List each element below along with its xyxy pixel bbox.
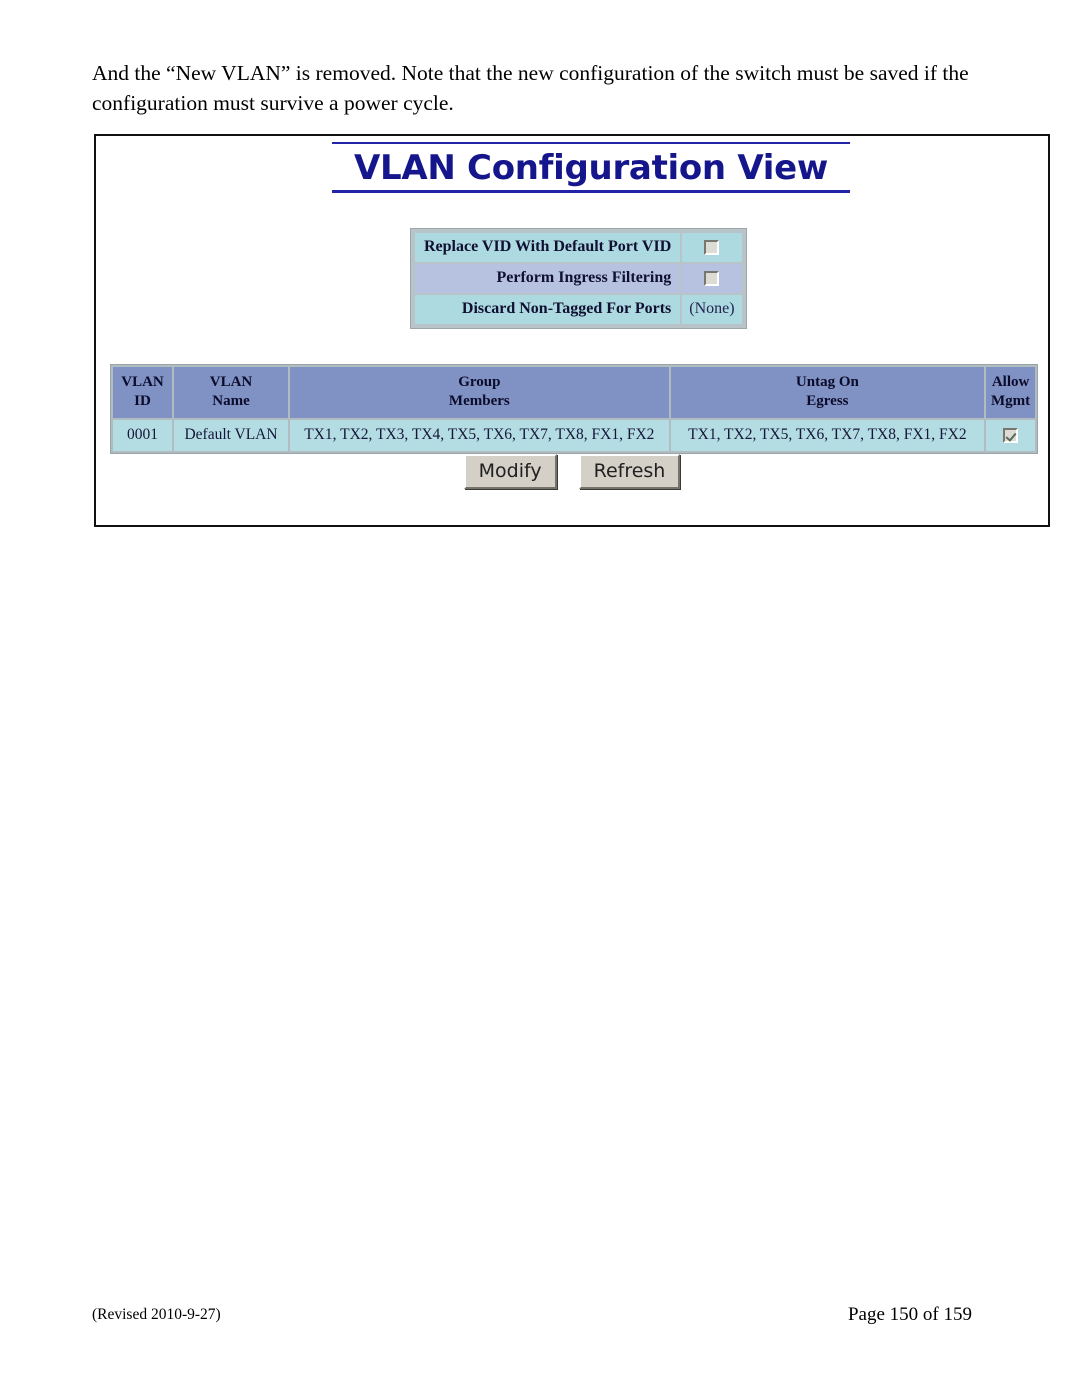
footer-page-number: Page 150 of 159 xyxy=(847,1304,972,1325)
column-header-group-members: Group Members xyxy=(290,367,669,418)
vlan-configuration-screenshot-panel: VLAN Configuration View Replace VID With… xyxy=(94,134,1050,527)
column-header-vlan-id-line1: VLAN xyxy=(121,374,164,390)
option-row-ingress-filtering: Perform Ingress Filtering xyxy=(415,264,742,293)
column-header-group-members-line1: Group xyxy=(458,374,501,390)
title-rule-bottom xyxy=(332,190,850,193)
column-header-vlan-name-line1: VLAN xyxy=(209,374,253,390)
allow-mgmt-checkbox[interactable] xyxy=(1003,427,1019,443)
vlan-title-block: VLAN Configuration View xyxy=(332,142,850,193)
column-header-group-members-line2: Members xyxy=(448,393,510,409)
cell-vlan-name: Default VLAN xyxy=(174,420,289,451)
option-label-replace-vid: Replace VID With Default Port VID xyxy=(415,233,681,262)
page-title: VLAN Configuration View xyxy=(353,148,829,188)
column-header-allow-mgmt: Allow Mgmt xyxy=(986,367,1035,418)
option-value-discard-non-tagged: (None) xyxy=(682,295,742,324)
replace-vid-checkbox[interactable] xyxy=(704,239,720,255)
cell-untag-on-egress: TX1, TX2, TX5, TX6, TX7, TX8, FX1, FX2 xyxy=(670,420,985,451)
option-value-replace-vid[interactable] xyxy=(682,233,742,262)
column-header-vlan-name: VLAN Name xyxy=(174,367,289,418)
option-row-discard-non-tagged: Discard Non-Tagged For Ports (None) xyxy=(415,295,742,324)
cell-vlan-id: 0001 xyxy=(113,420,173,451)
column-header-untag-on-egress-line2: Egress xyxy=(806,393,849,409)
action-button-bar: Modify Refresh xyxy=(96,454,1048,489)
column-header-vlan-name-line2: Name xyxy=(212,393,250,409)
refresh-button[interactable]: Refresh xyxy=(578,454,681,489)
option-row-replace-vid: Replace VID With Default Port VID xyxy=(415,233,742,262)
column-header-allow-mgmt-line2: Mgmt xyxy=(990,393,1031,409)
discard-non-tagged-value: (None) xyxy=(689,300,735,317)
option-label-discard-non-tagged: Discard Non-Tagged For Ports xyxy=(415,295,681,324)
column-header-vlan-id-line2: ID xyxy=(134,393,151,409)
column-header-untag-on-egress-line1: Untag On xyxy=(795,374,859,390)
column-header-vlan-id: VLAN ID xyxy=(113,367,173,418)
option-value-ingress-filtering[interactable] xyxy=(682,264,742,293)
vlan-table-header-row: VLAN ID VLAN Name Group Members Untag On… xyxy=(113,367,1035,418)
modify-button[interactable]: Modify xyxy=(463,454,557,489)
option-label-ingress-filtering: Perform Ingress Filtering xyxy=(415,264,681,293)
ingress-filtering-checkbox[interactable] xyxy=(704,270,720,286)
footer-revision: (Revised 2010-9-27) xyxy=(92,1306,221,1323)
vlan-list-table: VLAN ID VLAN Name Group Members Untag On… xyxy=(110,364,1038,454)
table-row: 0001 Default VLAN TX1, TX2, TX3, TX4, TX… xyxy=(113,420,1035,451)
column-header-untag-on-egress: Untag On Egress xyxy=(670,367,985,418)
cell-allow-mgmt[interactable] xyxy=(986,420,1035,451)
column-header-allow-mgmt-line1: Allow xyxy=(991,374,1030,390)
vlan-global-options-panel: Replace VID With Default Port VID Perfor… xyxy=(410,228,747,329)
document-body-paragraph: And the “New VLAN” is removed. Note that… xyxy=(92,61,969,115)
cell-group-members: TX1, TX2, TX3, TX4, TX5, TX6, TX7, TX8, … xyxy=(290,420,669,451)
